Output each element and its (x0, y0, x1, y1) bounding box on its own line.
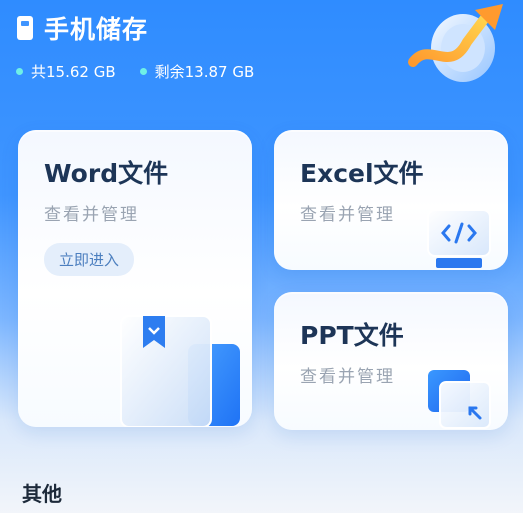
document-bookmark-icon (120, 315, 240, 427)
other-section-title: 其他 (22, 482, 62, 506)
total-storage-label: 共15.62 GB (31, 63, 116, 81)
excel-card-title: Excel文件 (300, 159, 424, 188)
cleanup-arrow-icon (408, 4, 503, 82)
total-dot-icon (16, 68, 23, 75)
ppt-files-card[interactable]: PPT文件 查看并管理 (274, 292, 508, 430)
ppt-card-subtitle: 查看并管理 (300, 367, 395, 387)
enter-now-button[interactable]: 立即进入 (44, 243, 135, 276)
excel-card-subtitle: 查看并管理 (300, 205, 395, 225)
code-monitor-icon (427, 209, 491, 268)
total-storage: 共15.62 GB (16, 61, 116, 82)
word-card-subtitle: 查看并管理 (44, 205, 139, 225)
ppt-card-title: PPT文件 (300, 321, 404, 350)
arrow-expand-icon (428, 370, 491, 429)
free-dot-icon (139, 68, 147, 75)
word-card-title: Word文件 (44, 159, 169, 188)
phone-icon (17, 16, 33, 40)
excel-files-card[interactable]: Excel文件 查看并管理 (274, 130, 508, 270)
free-storage: 剩余13.87 GB (139, 61, 255, 82)
free-storage-label: 剩余13.87 GB (154, 63, 255, 81)
header: 手机储存 (16, 10, 148, 46)
page-title: 手机储存 (44, 15, 149, 44)
storage-stats: 共15.62 GB 剩余13.87 GB (16, 61, 254, 82)
word-files-card[interactable]: Word文件 查看并管理 立即进入 (18, 130, 252, 427)
